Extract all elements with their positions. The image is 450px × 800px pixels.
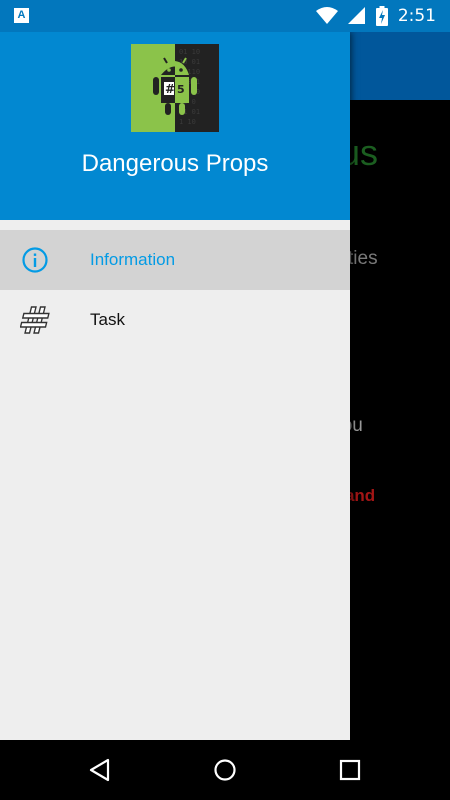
svg-text:#: # <box>165 82 175 96</box>
navigation-drawer: 01 10 10 01 0 110 1 0 1 01 10 10 0 01 01… <box>0 32 350 740</box>
android-hash-5-icon: 01 10 10 01 0 110 1 0 1 01 10 10 0 01 01… <box>131 44 219 132</box>
info-icon <box>22 247 48 273</box>
wifi-icon <box>315 7 338 24</box>
status-icons: 2:51 <box>315 0 436 32</box>
home-icon[interactable] <box>213 758 237 782</box>
clock: 2:51 <box>397 6 436 26</box>
svg-text:01 10: 01 10 <box>179 48 200 56</box>
drawer-menu: Information Task <box>0 230 350 350</box>
svg-text:5: 5 <box>177 83 185 96</box>
app-name: Dangerous Props <box>81 150 269 177</box>
menu-item-label: Task <box>90 310 125 329</box>
recents-icon[interactable] <box>338 758 362 782</box>
navigation-bar <box>0 740 450 800</box>
menu-item-task[interactable]: Task <box>0 290 350 350</box>
menu-item-information[interactable]: Information <box>0 230 350 290</box>
status-bar: A 2:51 <box>0 0 450 32</box>
drawer-header: 01 10 10 01 0 110 1 0 1 01 10 10 0 01 01… <box>0 32 350 220</box>
hash-icon <box>20 306 50 334</box>
svg-text:1 10: 1 10 <box>179 118 196 126</box>
battery-charging-icon <box>375 6 388 26</box>
signal-icon <box>347 7 365 24</box>
menu-item-label: Information <box>90 250 176 269</box>
back-icon[interactable] <box>88 758 112 782</box>
a-icon: A <box>14 8 29 23</box>
